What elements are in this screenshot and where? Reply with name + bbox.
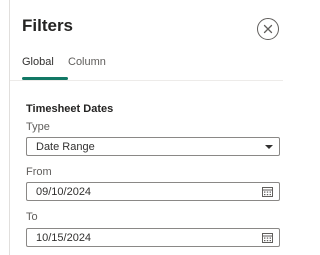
panel-edge bbox=[0, 0, 10, 255]
tab-bar: Global Column bbox=[22, 56, 106, 76]
filters-panel: Filters Global Column Timesheet Dates Ty… bbox=[0, 0, 283, 255]
to-label: To bbox=[26, 211, 38, 223]
panel-title: Filters bbox=[22, 16, 74, 35]
close-button[interactable] bbox=[257, 18, 279, 40]
to-date-input[interactable]: 10/15/2024 bbox=[26, 228, 280, 247]
calendar-icon[interactable] bbox=[262, 232, 273, 243]
type-label: Type bbox=[26, 121, 50, 133]
chevron-down-icon bbox=[265, 144, 273, 149]
from-label: From bbox=[26, 166, 52, 178]
type-select[interactable]: Date Range bbox=[26, 137, 280, 156]
tab-divider bbox=[10, 80, 283, 81]
tab-column[interactable]: Column bbox=[68, 56, 106, 76]
to-date-value: 10/15/2024 bbox=[36, 231, 92, 244]
close-icon bbox=[263, 24, 273, 34]
from-date-value: 09/10/2024 bbox=[36, 185, 92, 198]
type-select-value: Date Range bbox=[36, 140, 95, 153]
calendar-icon[interactable] bbox=[262, 186, 273, 197]
from-date-input[interactable]: 09/10/2024 bbox=[26, 182, 280, 201]
section-title: Timesheet Dates bbox=[26, 103, 114, 115]
tab-global[interactable]: Global bbox=[22, 56, 68, 76]
